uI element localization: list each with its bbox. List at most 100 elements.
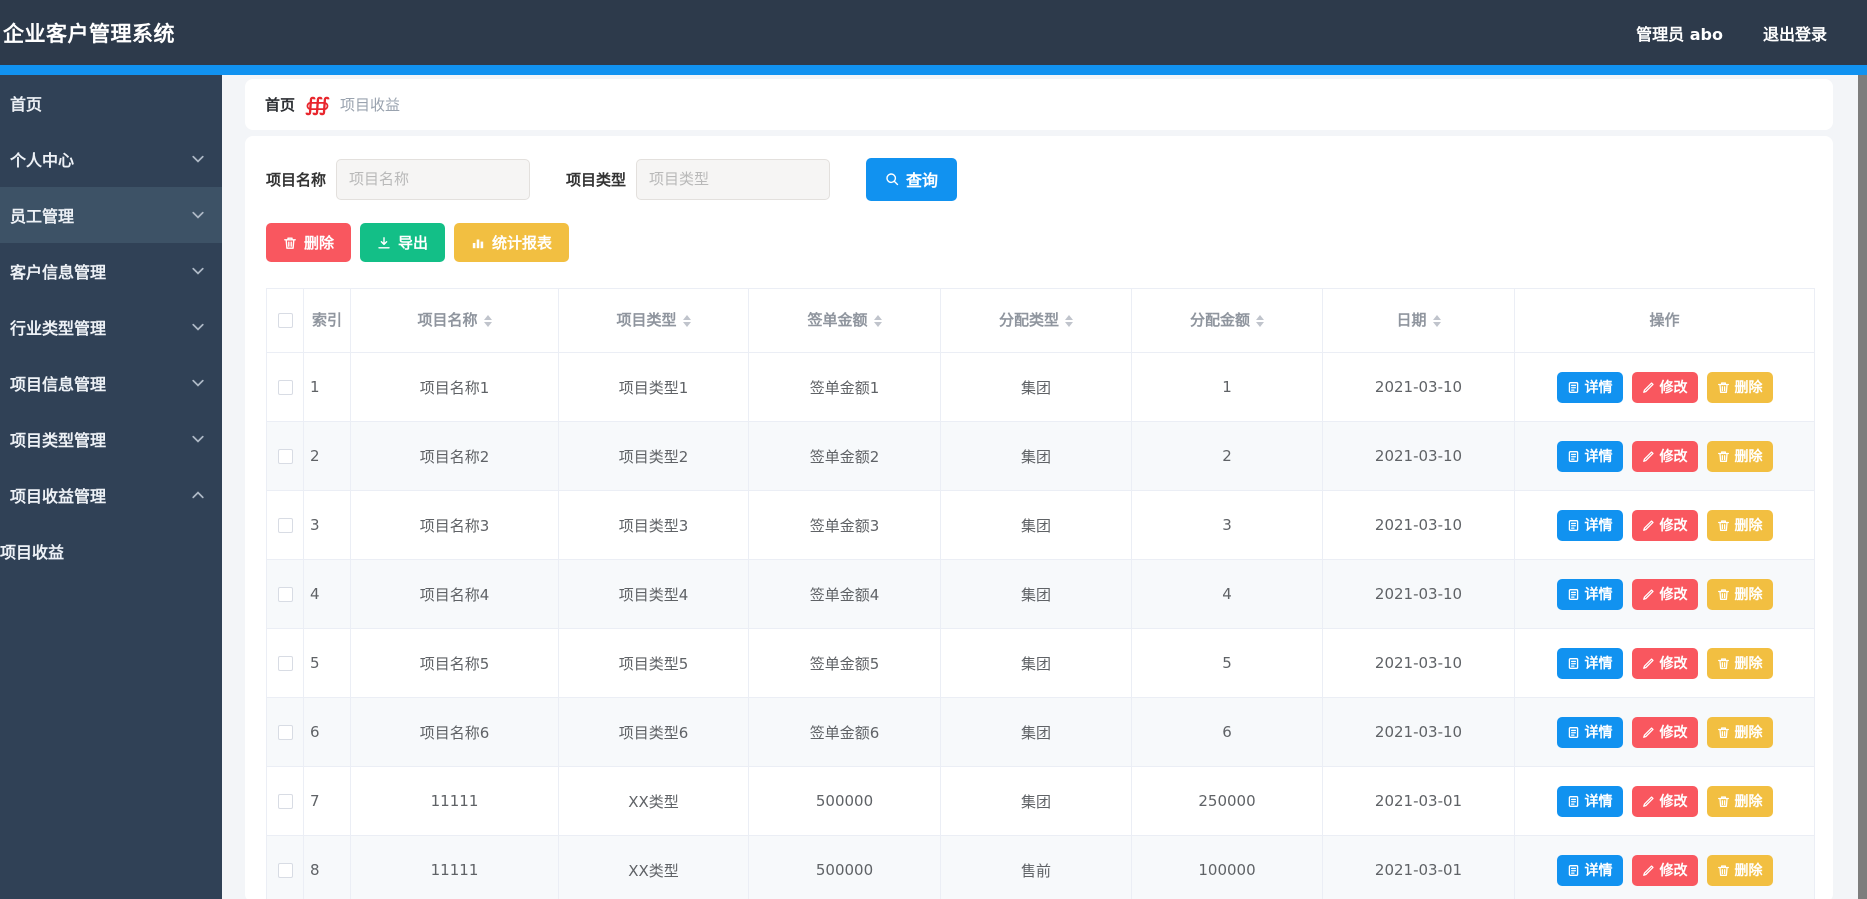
column-header-amount[interactable]: 签单金额: [748, 288, 941, 353]
page-scrollbar[interactable]: [1858, 75, 1867, 899]
cell-name: 11111: [350, 766, 559, 836]
row-checkbox[interactable]: [277, 793, 293, 809]
doc-icon: [1567, 381, 1580, 394]
toolbar-trash-button[interactable]: 删除: [266, 223, 352, 262]
sidebar-item-1[interactable]: 个人中心: [0, 131, 222, 187]
trash-icon: [1717, 864, 1730, 877]
row-edit-button[interactable]: 修改: [1631, 578, 1698, 610]
cell-type: 项目类型3: [558, 490, 749, 560]
row-delete-button[interactable]: 删除: [1706, 578, 1773, 610]
row-checkbox[interactable]: [277, 586, 293, 602]
column-header-alloc_type[interactable]: 分配类型: [940, 288, 1132, 353]
sort-carets-icon[interactable]: [483, 314, 492, 327]
column-header-name[interactable]: 项目名称: [350, 288, 559, 353]
row-delete-button[interactable]: 删除: [1706, 716, 1773, 748]
cell-amount: 签单金额6: [748, 697, 941, 767]
row-checkbox[interactable]: [277, 862, 293, 878]
breadcrumb-home[interactable]: 首页: [265, 94, 295, 115]
projects-table: 索引 项目名称 项目类型 签单金额 分配类型 分配金额 日期 操作 1 项目名称1 项目类型1 签单…: [266, 288, 1815, 899]
cell-type: 项目类型2: [558, 421, 749, 491]
cell-type: XX类型: [558, 766, 749, 836]
row-detail-button[interactable]: 详情: [1556, 371, 1623, 403]
row-detail-button[interactable]: 详情: [1556, 854, 1623, 886]
project-type-input[interactable]: [636, 158, 831, 200]
row-delete-button[interactable]: 删除: [1706, 509, 1773, 541]
toolbar: 删除 导出 统计报表: [266, 223, 1812, 262]
cell-index: 5: [303, 628, 351, 698]
row-delete-button[interactable]: 删除: [1706, 371, 1773, 403]
trash-icon: [1717, 381, 1730, 394]
sort-carets-icon[interactable]: [1065, 314, 1073, 327]
cell-index: 8: [303, 835, 351, 899]
sidebar-item-8[interactable]: 项目收益: [0, 523, 222, 579]
row-edit-button[interactable]: 修改: [1631, 371, 1698, 403]
row-checkbox[interactable]: [277, 517, 293, 533]
row-edit-button[interactable]: 修改: [1631, 440, 1698, 472]
sort-carets-icon[interactable]: [1432, 314, 1441, 327]
logout-link[interactable]: 退出登录: [1763, 21, 1827, 45]
chevron-down-icon: [192, 155, 204, 163]
search-button[interactable]: 查询: [866, 157, 958, 201]
row-checkbox[interactable]: [277, 379, 293, 395]
row-edit-button[interactable]: 修改: [1631, 854, 1698, 886]
row-delete-button[interactable]: 删除: [1706, 440, 1773, 472]
sidebar-item-4[interactable]: 行业类型管理: [0, 299, 222, 355]
column-header-type[interactable]: 项目类型: [558, 288, 749, 353]
trash-icon: [1717, 726, 1730, 739]
sidebar-item-6[interactable]: 项目类型管理: [0, 411, 222, 467]
cell-type: 项目类型1: [558, 352, 749, 422]
cell-name: 项目名称5: [350, 628, 559, 698]
sidebar-item-3[interactable]: 客户信息管理: [0, 243, 222, 299]
sidebar-item-label: 项目信息管理: [10, 375, 107, 394]
column-header-alloc_amount[interactable]: 分配金额: [1131, 288, 1323, 353]
row-checkbox[interactable]: [277, 724, 293, 740]
current-user[interactable]: 管理员 abo: [1636, 21, 1723, 45]
toolbar-chart-button[interactable]: 统计报表: [454, 223, 570, 262]
row-detail-button[interactable]: 详情: [1556, 440, 1623, 472]
row-detail-button[interactable]: 详情: [1556, 785, 1623, 817]
filter-form: 项目名称 项目类型 查询: [266, 157, 1812, 201]
sidebar-item-label: 员工管理: [10, 207, 75, 226]
cell-index: 6: [303, 697, 351, 767]
sort-carets-icon[interactable]: [1256, 314, 1264, 327]
row-checkbox[interactable]: [277, 448, 293, 464]
row-edit-button[interactable]: 修改: [1631, 785, 1698, 817]
chevron-down-icon: [192, 379, 204, 387]
table-body: 1 项目名称1 项目类型1 签单金额1 集团 1 2021-03-10 详情 修改 删除 2 项目名称…: [266, 352, 1815, 899]
doc-icon: [1567, 864, 1580, 877]
cell-alloc_amount: 3: [1131, 490, 1323, 560]
select-all-checkbox[interactable]: [277, 313, 293, 328]
row-detail-button[interactable]: 详情: [1556, 716, 1623, 748]
sidebar-item-5[interactable]: 项目信息管理: [0, 355, 222, 411]
cell-date: 2021-03-10: [1322, 697, 1515, 767]
sidebar-item-0[interactable]: 首页: [0, 75, 222, 131]
sidebar-item-2[interactable]: 员工管理: [0, 187, 222, 243]
cell-alloc_type: 集团: [940, 352, 1132, 422]
column-header-date[interactable]: 日期: [1322, 288, 1515, 353]
row-delete-button[interactable]: 删除: [1706, 785, 1773, 817]
row-checkbox[interactable]: [277, 655, 293, 671]
breadcrumb-current: 项目收益: [339, 96, 400, 114]
row-detail-button[interactable]: 详情: [1556, 647, 1623, 679]
doc-icon: [1567, 450, 1580, 463]
toolbar-download-button[interactable]: 导出: [360, 223, 446, 262]
sort-carets-icon[interactable]: [873, 314, 882, 327]
row-delete-button[interactable]: 删除: [1706, 647, 1773, 679]
sidebar-menu: 首页 个人中心员工管理客户信息管理 行业类型管理项目信息管理项目类型管理 项目收益管理…: [0, 75, 222, 579]
row-edit-button[interactable]: 修改: [1631, 647, 1698, 679]
edit-icon: [1642, 657, 1655, 670]
sort-carets-icon[interactable]: [682, 314, 691, 327]
cell-name: 11111: [350, 835, 559, 899]
cell-type: 项目类型5: [558, 628, 749, 698]
edit-icon: [1642, 795, 1655, 808]
row-detail-button[interactable]: 详情: [1556, 509, 1623, 541]
row-detail-button[interactable]: 详情: [1556, 578, 1623, 610]
doc-icon: [1567, 795, 1580, 808]
table-row: 2 项目名称2 项目类型2 签单金额2 集团 2 2021-03-10 详情 修改 删除: [266, 421, 1815, 491]
table-row: 5 项目名称5 项目类型5 签单金额5 集团 5 2021-03-10 详情 修改 删除: [266, 628, 1815, 698]
row-delete-button[interactable]: 删除: [1706, 854, 1773, 886]
project-name-input[interactable]: [336, 158, 531, 200]
row-edit-button[interactable]: 修改: [1631, 716, 1698, 748]
sidebar-item-7[interactable]: 项目收益管理: [0, 467, 222, 523]
row-edit-button[interactable]: 修改: [1631, 509, 1698, 541]
